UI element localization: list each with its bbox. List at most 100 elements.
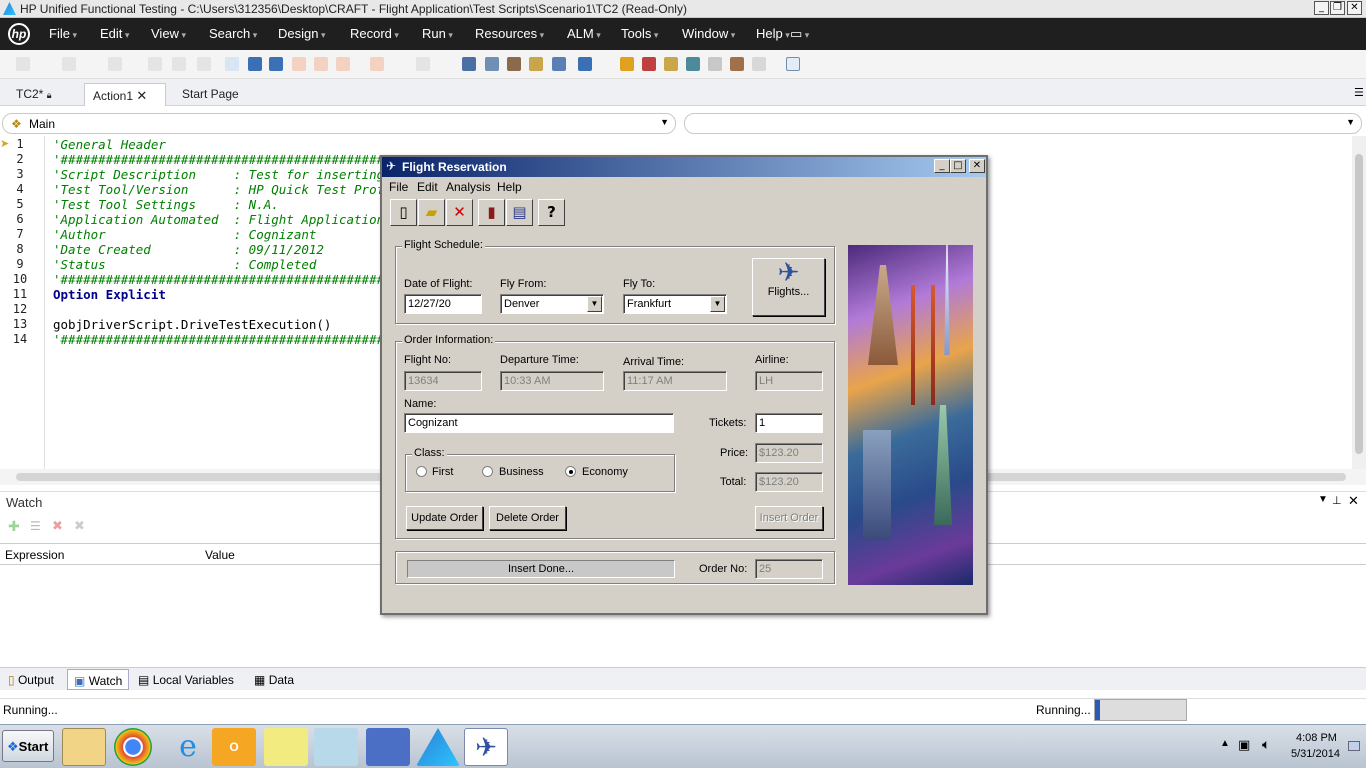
close-icon[interactable]: ✕ xyxy=(1348,493,1359,509)
delete-icon[interactable]: ✖ xyxy=(52,518,63,534)
radio-business[interactable] xyxy=(482,466,493,477)
pane-menu-icon[interactable]: ▼ xyxy=(1318,494,1328,505)
close-icon[interactable]: ✕ xyxy=(969,159,985,173)
code-line[interactable]: 'Application Automated : Flight Applicat… xyxy=(53,212,384,227)
extra-menu-icon[interactable]: ▭ xyxy=(790,26,809,42)
menu-help[interactable]: Help xyxy=(756,26,790,41)
date-field[interactable]: 12/27/20 xyxy=(404,294,482,314)
tab-data[interactable]: ▦ Data xyxy=(248,669,300,690)
name-field[interactable]: Cognizant xyxy=(404,413,674,433)
code-line[interactable]: 'Status : Completed xyxy=(53,257,316,272)
menu-tools[interactable]: Tools xyxy=(621,26,658,41)
step-over-icon[interactable] xyxy=(314,57,328,71)
chevron-down-icon[interactable]: ▼ xyxy=(710,296,725,312)
code-line[interactable]: 'Script Description : Test for inserting… xyxy=(53,167,399,182)
restore-icon[interactable]: ❐ xyxy=(1330,1,1345,15)
menu-search[interactable]: Search xyxy=(209,26,257,41)
document-icon[interactable] xyxy=(786,57,800,71)
radio-economy[interactable] xyxy=(565,466,576,477)
delete-order-button[interactable]: Delete Order xyxy=(489,506,566,530)
flight-menu-file[interactable]: File xyxy=(389,180,408,194)
minimize-icon[interactable]: _ xyxy=(934,159,950,173)
help-icon[interactable]: ? xyxy=(538,199,565,226)
fly-from-select[interactable]: Denver ▼ xyxy=(500,294,604,314)
object-spy-icon[interactable] xyxy=(485,57,499,71)
repository-icon[interactable] xyxy=(529,57,543,71)
menu-view[interactable]: View xyxy=(151,26,186,41)
refresh-icon[interactable] xyxy=(197,57,211,71)
menu-edit[interactable]: Edit xyxy=(100,26,129,41)
uft-icon[interactable] xyxy=(416,728,460,766)
flight-reservation-task-icon[interactable]: ✈ xyxy=(464,728,508,766)
add-watch-icon[interactable]: ✚ xyxy=(8,518,20,535)
menu-resources[interactable]: Resources xyxy=(475,26,544,41)
lightbulb-icon[interactable] xyxy=(416,57,430,71)
delete-all-icon[interactable]: ✖ xyxy=(74,518,85,534)
chevron-down-icon[interactable]: ▼ xyxy=(1346,117,1355,127)
expression-column[interactable]: Expression xyxy=(5,548,64,562)
delete-order-icon[interactable]: ✕ xyxy=(446,199,473,226)
flight-menu-analysis[interactable]: Analysis xyxy=(446,180,491,194)
function-dropdown[interactable]: ▼ xyxy=(684,113,1362,134)
start-button[interactable]: ❖Start xyxy=(2,730,54,762)
delete-bookmark-icon[interactable] xyxy=(642,57,656,71)
code-line[interactable]: gobjDriverScript.DriveTestExecution() xyxy=(53,317,331,332)
menu-record[interactable]: Record xyxy=(350,26,399,41)
fax-icon[interactable]: ▤ xyxy=(506,199,533,226)
step-out-icon[interactable] xyxy=(336,57,350,71)
tab-start-page[interactable]: Start Page xyxy=(174,83,247,106)
clock-date[interactable]: 5/31/2014 xyxy=(1291,748,1340,760)
menu-window[interactable]: Window xyxy=(682,26,735,41)
code-line[interactable]: Option Explicit xyxy=(53,287,166,302)
minimize-icon[interactable]: _ xyxy=(1314,1,1329,15)
action-dropdown[interactable]: ❖ Main ▼ xyxy=(2,113,676,134)
run-icon[interactable] xyxy=(225,57,239,71)
menu-file[interactable]: File xyxy=(49,26,77,41)
save-all-icon[interactable] xyxy=(172,57,186,71)
code-line[interactable]: 'General Header xyxy=(53,137,166,152)
step-forward-icon[interactable] xyxy=(578,57,592,71)
tab-close-icon[interactable]: ✕ xyxy=(136,88,147,103)
insert-order-button[interactable]: Insert Order xyxy=(755,506,823,530)
show-desktop-button[interactable] xyxy=(1348,741,1360,751)
open-order-icon[interactable]: ▰ xyxy=(418,199,445,226)
code-line[interactable]: '#######################################… xyxy=(53,152,429,167)
clipboard-icon[interactable] xyxy=(664,57,678,71)
code-line[interactable]: 'Test Tool/Version : HP Quick Test Profe… xyxy=(53,182,399,197)
menu-design[interactable]: Design xyxy=(278,26,326,41)
radio-first[interactable] xyxy=(416,466,427,477)
sticky-notes-icon[interactable] xyxy=(264,728,308,766)
code-line[interactable]: '#######################################… xyxy=(53,272,429,287)
editor-vertical-scrollbar[interactable] xyxy=(1352,136,1366,469)
bookmark-icon[interactable] xyxy=(620,57,634,71)
stop-icon[interactable] xyxy=(248,57,262,71)
volume-icon[interactable]: 🔈︎ xyxy=(1262,736,1270,753)
save-icon[interactable] xyxy=(148,57,162,71)
update-order-button[interactable]: Update Order xyxy=(406,506,483,530)
open-icon[interactable] xyxy=(62,57,76,71)
settings-icon[interactable] xyxy=(686,57,700,71)
maximize-icon[interactable]: □ xyxy=(950,159,966,173)
page-icon[interactable] xyxy=(752,57,766,71)
menu-alm[interactable]: ALM xyxy=(567,26,601,41)
close-icon[interactable]: ✕ xyxy=(1347,1,1362,15)
step-into-icon[interactable] xyxy=(292,57,306,71)
pause-icon[interactable] xyxy=(269,57,283,71)
add-icon[interactable] xyxy=(108,57,122,71)
fly-to-select[interactable]: Frankfurt ▼ xyxy=(623,294,727,314)
notepad-icon[interactable] xyxy=(314,728,358,766)
list-icon[interactable] xyxy=(462,57,476,71)
new-order-icon[interactable]: ▯ xyxy=(390,199,417,226)
tickets-field[interactable]: 1 xyxy=(755,413,823,433)
tab-action1[interactable]: Action1 ✕ xyxy=(84,83,166,106)
code-line[interactable]: '#######################################… xyxy=(53,332,429,347)
clock-time[interactable]: 4:08 PM xyxy=(1296,732,1337,744)
network-icon[interactable]: ▣ xyxy=(1238,737,1250,753)
code-line[interactable]: 'Author : Cognizant xyxy=(53,227,316,242)
tab-tc2[interactable]: TC2* 🔒︎ xyxy=(8,83,59,106)
menu-run[interactable]: Run xyxy=(422,26,453,41)
flight-menu-help[interactable]: Help xyxy=(497,180,522,194)
print-icon[interactable] xyxy=(730,57,744,71)
list-icon[interactable]: ☰ xyxy=(30,519,41,533)
flights-button[interactable]: ✈ Flights... xyxy=(752,258,825,316)
